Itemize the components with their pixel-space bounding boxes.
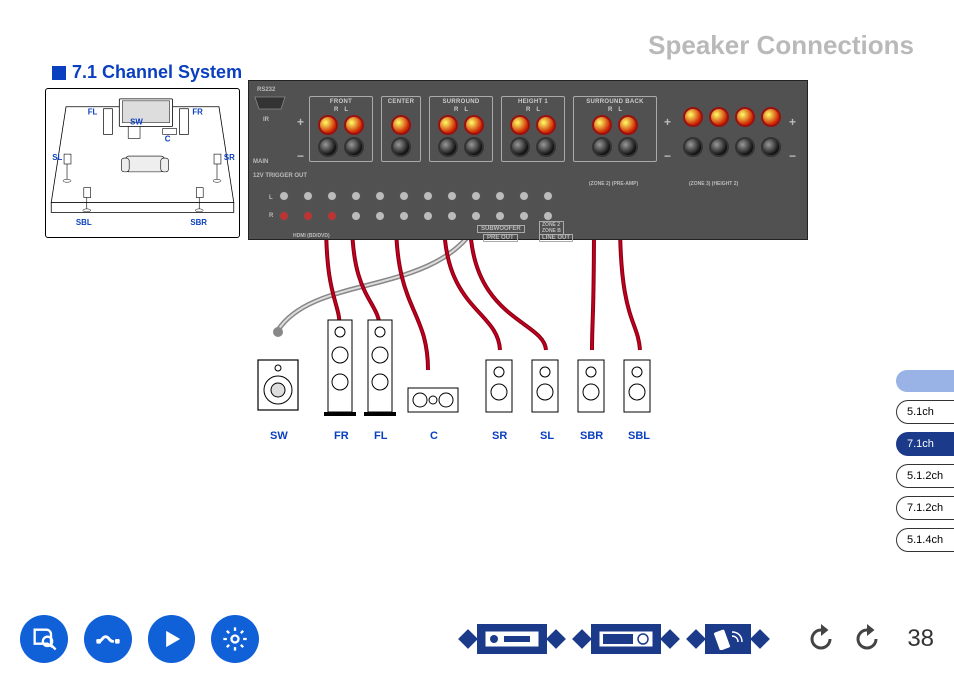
page-title: Speaker Connections: [648, 30, 914, 61]
speaker-fl-icon: [364, 320, 396, 416]
speaker-sbl-icon: [624, 360, 650, 412]
term-group-front: FRONT RL: [309, 96, 373, 162]
gear-icon: [221, 625, 249, 653]
hdmi-bd-label: HDMI (BD/DVD): [293, 233, 330, 239]
svg-text:SL: SL: [52, 153, 62, 162]
page-number: 38: [907, 625, 934, 653]
zone-preamp-label: (ZONE 2) (PRE-AMP): [589, 181, 638, 187]
amp-panel: RS232 IR MAIN 12V TRIGGER OUT (ZONE 2) (…: [248, 80, 808, 240]
heading-bullet-icon: [52, 66, 66, 80]
term-group-surround-back: SURROUND BACK RL: [573, 96, 657, 162]
remote-icon: [710, 628, 746, 650]
label-sbl: SBL: [628, 430, 650, 442]
term-group-height1: HEIGHT 1 RL: [501, 96, 565, 162]
play-icon: [158, 625, 186, 653]
receiver-display-icon: [598, 630, 654, 648]
undo-button[interactable]: [803, 621, 839, 657]
room-layout-diagram: FL FR SW C SL SR SBL SBR: [45, 88, 240, 238]
label-fl: FL: [374, 430, 387, 442]
cable-icon: [94, 625, 122, 653]
play-button[interactable]: [148, 615, 196, 663]
ir-label: IR: [263, 117, 269, 123]
svg-text:FR: FR: [192, 108, 203, 117]
device-receiver-display-button[interactable]: [591, 624, 661, 654]
label-sr: SR: [492, 430, 507, 442]
cables-button[interactable]: [84, 615, 132, 663]
speaker-sbr-icon: [578, 360, 604, 412]
term-group-surround: SURROUND RL: [429, 96, 493, 162]
room-svg: FL FR SW C SL SR SBL SBR: [46, 89, 239, 237]
main-label: MAIN: [253, 159, 268, 165]
device-remote-button[interactable]: [705, 624, 751, 654]
svg-text:SBL: SBL: [76, 218, 92, 227]
section-heading: 7.1 Channel System: [52, 62, 242, 83]
label-fr: FR: [334, 430, 349, 442]
subwoofer-icon: [258, 360, 298, 410]
term-group-center: CENTER: [381, 96, 421, 162]
label-c: C: [430, 430, 438, 442]
device3-prev-button[interactable]: [686, 629, 706, 649]
zone-height-label: (ZONE 3) (HEIGHT 2): [689, 181, 738, 187]
svg-text:SR: SR: [224, 153, 235, 162]
rs232-label: RS232: [257, 87, 275, 93]
device-next-button[interactable]: [546, 629, 566, 649]
trigger-label: 12V TRIGGER OUT: [253, 173, 307, 179]
zone2-zoneb-label: ZONE 2 ZONE B: [539, 221, 564, 235]
label-sbr: SBR: [580, 430, 603, 442]
settings-button[interactable]: [211, 615, 259, 663]
device2-prev-button[interactable]: [572, 629, 592, 649]
wiring-diagram: [248, 240, 808, 440]
ch-btn-712[interactable]: 7.1.2ch: [896, 496, 954, 520]
magnify-book-icon: [30, 625, 58, 653]
bottom-nav-bar: 38: [20, 612, 934, 666]
channel-nav: 5.1ch 7.1ch 5.1.2ch 7.1.2ch 5.1.4ch: [896, 370, 954, 552]
svg-text:FL: FL: [88, 108, 98, 117]
device-prev-button[interactable]: [458, 629, 478, 649]
label-sw: SW: [270, 430, 288, 442]
svg-text:C: C: [165, 134, 171, 143]
rs232-port-icon: [253, 95, 287, 111]
speaker-fr-icon: [324, 320, 356, 416]
manual-search-button[interactable]: [20, 615, 68, 663]
ch-btn-71[interactable]: 7.1ch: [896, 432, 954, 456]
device3-next-button[interactable]: [750, 629, 770, 649]
ch-btn-512[interactable]: 5.1.2ch: [896, 464, 954, 488]
speaker-sr-icon: [486, 360, 512, 412]
ch-btn-51[interactable]: 5.1ch: [896, 400, 954, 424]
speaker-sl-icon: [532, 360, 558, 412]
receiver-front-icon: [484, 630, 540, 648]
svg-text:SW: SW: [130, 118, 143, 127]
subwoofer-label: SUBWOOFER: [477, 225, 525, 233]
svg-text:SBR: SBR: [190, 218, 207, 227]
term-extra-right: [683, 105, 781, 157]
channel-nav-current-marker: [896, 370, 954, 392]
redo-button[interactable]: [849, 621, 885, 657]
device2-next-button[interactable]: [660, 629, 680, 649]
ch-btn-514[interactable]: 5.1.4ch: [896, 528, 954, 552]
device-view-nav: [455, 624, 773, 654]
device-receiver-front-button[interactable]: [477, 624, 547, 654]
label-sl: SL: [540, 430, 554, 442]
speaker-c-icon: [408, 388, 458, 412]
section-title-text: 7.1 Channel System: [72, 62, 242, 83]
